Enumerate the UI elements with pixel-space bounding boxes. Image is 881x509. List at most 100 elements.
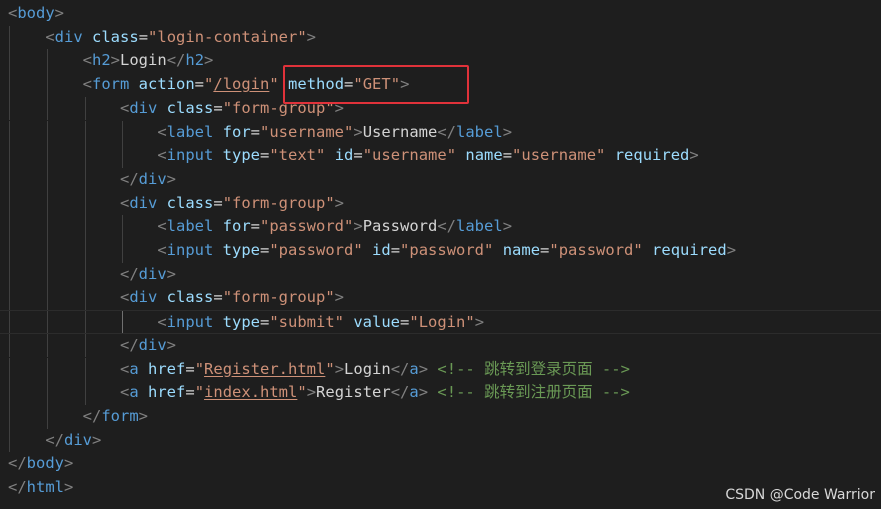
code-token: " [204,75,214,94]
code-token: for [222,217,251,236]
code-token: </ [82,406,102,425]
code-line[interactable]: </form> [0,404,881,429]
code-text: <div class="form-group"> [8,192,344,216]
code-token: < [157,122,167,141]
code-token: a [129,359,139,378]
code-line[interactable]: <h2>Login</h2> [0,49,881,74]
code-line[interactable]: <div class="login-container"> [0,25,881,50]
code-token: < [157,146,167,165]
code-line[interactable]: </div> [0,262,881,287]
code-line[interactable]: <a href="Register.html">Login</a> <!-- 跳… [0,357,881,382]
code-token: "login-container" [148,27,307,46]
code-token: <!-- 跳转到注册页面 --> [437,383,630,402]
code-token: a [409,359,419,378]
code-token: </ [8,478,27,496]
code-token: href [148,383,186,402]
code-token: type [222,241,260,259]
code-text: <div class="login-container"> [8,26,316,50]
code-text: <a href="index.html">Register</a> <!-- 跳… [8,381,630,405]
code-token: "password" [549,241,643,259]
code-token: = [185,359,195,378]
code-token: > [418,359,429,378]
code-token: label [456,122,503,141]
code-token: < [82,51,92,70]
code-token: "password" [260,217,354,236]
code-token: Password [362,217,438,236]
code-token: form [92,75,130,94]
code-token: > [54,4,65,22]
code-token: "form-group" [222,98,335,117]
code-token: < [157,241,167,259]
code-editor[interactable]: <body> <div class="login-container"> <h2… [0,0,881,509]
code-line[interactable]: </div> [0,167,881,192]
code-token: = [540,241,550,259]
code-line[interactable]: <div class="form-group"> [0,191,881,216]
code-token: div [54,27,83,46]
code-token: < [119,288,130,307]
code-token: label [166,217,214,236]
code-token: > [166,264,176,283]
code-token: = [138,27,149,46]
code-text: </form> [8,405,148,429]
code-line[interactable]: </div> [0,333,881,358]
code-token: action [138,75,195,94]
code-token: = [213,193,223,212]
code-token: </ [437,217,457,236]
code-token: value [353,313,401,332]
code-token: < [157,313,167,332]
code-token: > [138,406,148,425]
code-text: </div> [8,263,176,287]
code-token: required [614,146,690,165]
code-token: > [92,430,102,449]
code-line[interactable]: <input type="submit" value="Login"> [0,310,881,334]
code-token: Login [120,51,167,70]
code-token: </ [437,122,457,141]
code-line[interactable]: <form action="/login" method="GET"> [0,73,881,97]
code-token: div [64,430,92,449]
code-token: "text" [269,146,326,165]
code-token: < [119,383,130,402]
code-token: </ [119,335,139,354]
code-line[interactable]: <input type="password" id="password" nam… [0,239,881,263]
code-token: input [166,146,214,165]
code-token: </ [119,169,139,188]
code-line[interactable]: <label for="username">Username</label> [0,120,881,145]
code-token: < [157,217,167,236]
code-token: > [502,122,513,141]
code-token: " [194,359,205,378]
code-token: required [652,241,727,259]
code-line[interactable]: </div> [0,428,881,453]
code-token: Register [316,383,391,402]
code-line[interactable]: </body> [0,452,881,476]
code-token: = [260,146,270,165]
code-token: type [222,146,260,165]
code-token: = [400,313,410,332]
code-token: > [334,98,345,117]
code-token: < [45,27,55,46]
code-token: html [26,478,64,496]
code-line[interactable]: <body> [0,2,881,26]
code-token: "password" [269,241,363,259]
watermark: CSDN @Code Warrior [725,487,875,503]
code-text: </div> [8,334,176,358]
code-line[interactable]: <a href="index.html">Register</a> <!-- 跳… [0,381,881,405]
code-token: label [456,217,503,236]
code-token: = [213,288,223,307]
code-token: body [26,454,64,473]
code-line[interactable]: <input type="text" id="username" name="u… [0,144,881,168]
code-token: > [306,27,317,46]
code-token: > [353,217,363,236]
code-line[interactable]: <div class="form-group"> [0,96,881,121]
code-token: = [502,146,513,165]
code-line[interactable]: <div class="form-group"> [0,286,881,311]
code-token: div [129,193,158,212]
code-token: "GET" [353,75,401,94]
code-line[interactable]: <label for="password">Password</label> [0,215,881,239]
code-token: div [138,169,167,188]
code-token: > [502,217,513,236]
